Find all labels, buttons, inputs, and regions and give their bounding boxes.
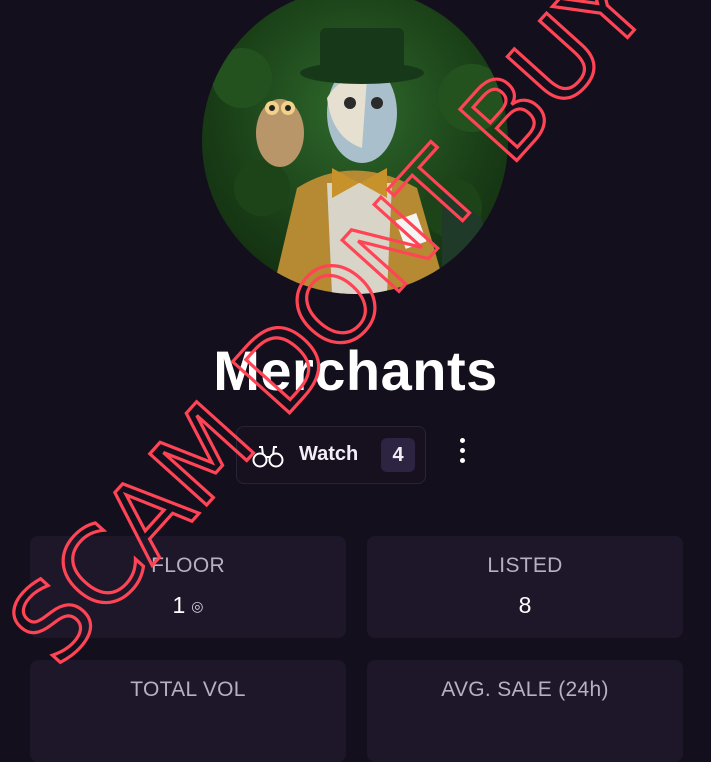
collection-avatar bbox=[202, 0, 508, 294]
stat-card-listed: LISTED 8 bbox=[367, 536, 683, 638]
stat-card-avg-sale: AVG. SALE (24h) bbox=[367, 660, 683, 762]
floor-value: 1 bbox=[172, 592, 186, 618]
more-options-button[interactable] bbox=[452, 436, 474, 466]
more-vertical-icon-dot bbox=[460, 438, 465, 443]
solana-icon: ◎ bbox=[191, 598, 204, 615]
merchant-with-owl-avatar bbox=[212, 28, 506, 294]
more-vertical-icon-dot bbox=[460, 448, 465, 453]
floor-label: FLOOR bbox=[151, 554, 225, 577]
total-vol-label: TOTAL VOL bbox=[130, 678, 246, 701]
listed-value: 8 bbox=[518, 592, 532, 618]
stat-card-floor: FLOOR 1 ◎ bbox=[30, 536, 346, 638]
more-vertical-icon-dot bbox=[460, 458, 465, 463]
stat-card-total-vol: TOTAL VOL bbox=[30, 660, 346, 762]
avg-sale-label: AVG. SALE (24h) bbox=[441, 678, 609, 701]
watch-label: Watch bbox=[299, 443, 359, 465]
binoculars-icon bbox=[252, 446, 284, 468]
collection-title: Merchants bbox=[213, 339, 498, 402]
watch-button[interactable]: Watch 4 bbox=[236, 426, 426, 484]
listed-label: LISTED bbox=[487, 554, 563, 577]
watch-count-badge: 4 bbox=[381, 438, 415, 472]
floor-value-wrap: 1 ◎ bbox=[30, 592, 346, 619]
